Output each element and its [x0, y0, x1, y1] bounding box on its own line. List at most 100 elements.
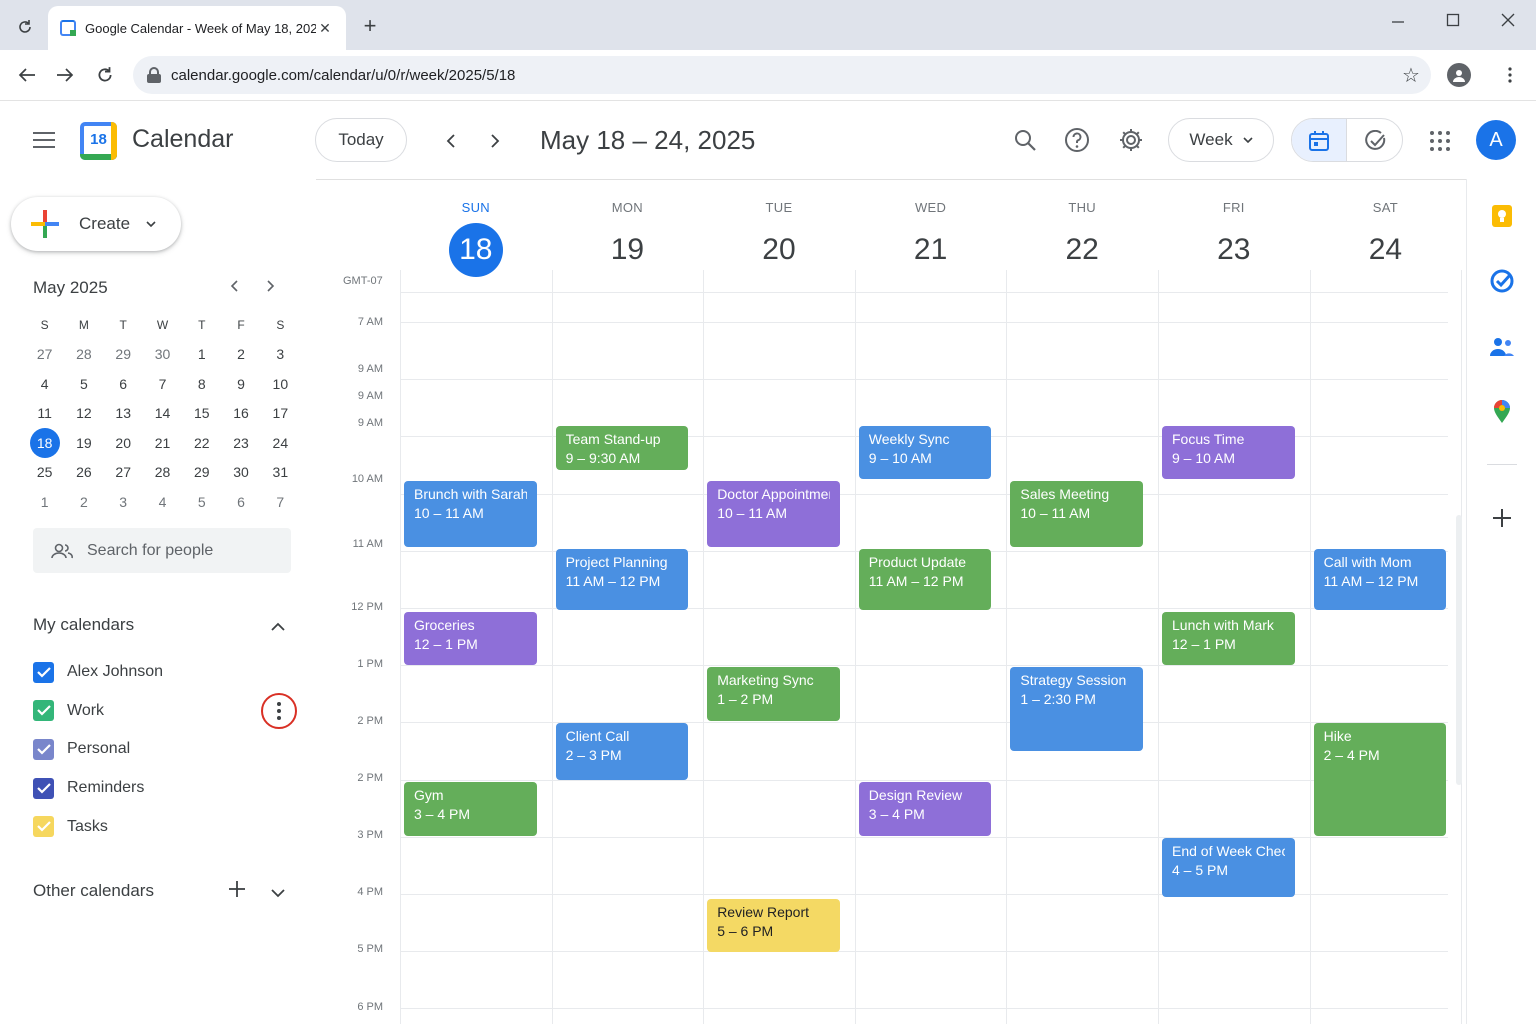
- mini-calendar-day[interactable]: 25: [25, 464, 64, 480]
- calendar-checkbox[interactable]: [33, 777, 54, 799]
- mini-calendar-day[interactable]: 2: [221, 346, 260, 362]
- contacts-icon[interactable]: [1489, 334, 1515, 360]
- calendar-event[interactable]: Call with Mom 11 AM – 12 PM: [1313, 549, 1447, 610]
- tasks-icon[interactable]: [1489, 268, 1515, 294]
- day-number[interactable]: 20: [752, 223, 806, 277]
- day-header-sat[interactable]: SAT 24: [1310, 200, 1462, 277]
- day-header-fri[interactable]: FRI 23: [1158, 200, 1310, 277]
- mini-calendar-day[interactable]: 24: [261, 435, 300, 451]
- lock-icon[interactable]: [147, 67, 161, 83]
- next-week-button[interactable]: [478, 124, 512, 158]
- day-number[interactable]: 24: [1358, 223, 1412, 277]
- mini-calendar-day[interactable]: 15: [182, 405, 221, 421]
- browser-tab[interactable]: Google Calendar - Week of May 18, 2025 ✕: [48, 6, 346, 50]
- calendar-checkbox[interactable]: [33, 738, 54, 760]
- profile-icon[interactable]: [1447, 63, 1471, 87]
- bookmark-star-icon[interactable]: ☆: [1391, 63, 1431, 88]
- mini-calendar-day[interactable]: 3: [261, 346, 300, 362]
- calendar-event[interactable]: Hike 2 – 4 PM: [1313, 723, 1447, 836]
- mini-calendar-day[interactable]: 5: [182, 494, 221, 510]
- calendar-item-personal[interactable]: Personal: [33, 737, 130, 761]
- calendar-event[interactable]: Weekly Sync 9 – 10 AM: [858, 426, 992, 479]
- mini-calendar-day[interactable]: 26: [64, 464, 103, 480]
- day-number[interactable]: 22: [1055, 223, 1109, 277]
- mini-calendar-day[interactable]: 1: [182, 346, 221, 362]
- mini-calendar-day[interactable]: 10: [261, 376, 300, 392]
- help-icon[interactable]: [1058, 121, 1096, 159]
- close-tab-icon[interactable]: ✕: [316, 20, 334, 37]
- day-header-mon[interactable]: MON 19: [552, 200, 704, 277]
- calendar-event[interactable]: Sales Meeting 10 – 11 AM: [1010, 481, 1143, 547]
- mini-calendar-next-icon[interactable]: [265, 277, 275, 298]
- settings-gear-icon[interactable]: [1112, 121, 1150, 159]
- add-other-calendar-icon[interactable]: [228, 880, 246, 903]
- collapse-my-calendars-icon[interactable]: [270, 619, 286, 637]
- day-header-sun[interactable]: SUN 18: [400, 200, 552, 277]
- my-calendars-title[interactable]: My calendars: [33, 615, 134, 635]
- mini-calendar-day[interactable]: 7: [143, 376, 182, 392]
- mini-calendar-day[interactable]: 3: [104, 494, 143, 510]
- calendar-view-toggle[interactable]: [1292, 119, 1348, 161]
- maps-icon[interactable]: [1489, 399, 1515, 425]
- mini-calendar-day[interactable]: 4: [143, 494, 182, 510]
- new-tab-icon[interactable]: +: [356, 12, 384, 40]
- day-number[interactable]: 19: [600, 223, 654, 277]
- calendar-item-alex-johnson[interactable]: Alex Johnson: [33, 660, 163, 684]
- today-button[interactable]: Today: [315, 118, 407, 162]
- day-number[interactable]: 18: [448, 223, 503, 277]
- account-avatar[interactable]: A: [1476, 120, 1516, 160]
- forward-icon[interactable]: [50, 60, 80, 90]
- calendar-checkbox[interactable]: [33, 700, 54, 722]
- calendar-event[interactable]: Team Stand-up 9 – 9:30 AM: [555, 426, 689, 470]
- calendar-logo[interactable]: 18: [80, 122, 117, 160]
- grid-scrollbar[interactable]: [1456, 515, 1462, 785]
- mini-calendar-day[interactable]: 18: [25, 427, 64, 458]
- view-selector-button[interactable]: Week: [1168, 118, 1274, 162]
- calendar-checkbox[interactable]: [33, 816, 54, 838]
- mini-calendar-day[interactable]: 27: [25, 346, 64, 362]
- keep-icon[interactable]: [1489, 203, 1515, 229]
- add-icon[interactable]: [1489, 505, 1515, 531]
- expand-other-calendars-icon[interactable]: [270, 885, 286, 903]
- mini-calendar-day[interactable]: 4: [25, 376, 64, 392]
- calendar-event[interactable]: Design Review 3 – 4 PM: [858, 782, 992, 836]
- reload-icon[interactable]: [90, 60, 120, 90]
- mini-calendar-prev-icon[interactable]: [230, 277, 240, 298]
- mini-calendar-day[interactable]: 9: [221, 376, 260, 392]
- search-icon[interactable]: [1006, 121, 1044, 159]
- calendar-event[interactable]: Doctor Appointment 10 – 11 AM: [707, 481, 840, 547]
- minimize-icon[interactable]: [1384, 8, 1412, 36]
- url-text[interactable]: calendar.google.com/calendar/u/0/r/week/…: [171, 67, 1391, 84]
- calendar-event[interactable]: Client Call 2 – 3 PM: [555, 723, 689, 780]
- close-window-icon[interactable]: [1494, 6, 1522, 34]
- calendar-event[interactable]: Review Report 5 – 6 PM: [707, 899, 840, 952]
- calendar-item-tasks[interactable]: Tasks: [33, 815, 108, 839]
- browser-menu-icon[interactable]: [1496, 60, 1524, 90]
- day-header-tue[interactable]: TUE 20: [703, 200, 855, 277]
- mini-calendar-day[interactable]: 12: [64, 405, 103, 421]
- mini-calendar-day[interactable]: 7: [261, 494, 300, 510]
- calendar-event[interactable]: Marketing Sync 1 – 2 PM: [707, 667, 840, 721]
- mini-calendar-day[interactable]: 6: [221, 494, 260, 510]
- day-number[interactable]: 23: [1207, 223, 1261, 277]
- mini-calendar-day[interactable]: 19: [64, 435, 103, 451]
- calendar-item-reminders[interactable]: Reminders: [33, 776, 144, 800]
- mini-calendar-day[interactable]: 29: [182, 464, 221, 480]
- address-bar[interactable]: calendar.google.com/calendar/u/0/r/week/…: [133, 56, 1431, 94]
- mini-calendar-day[interactable]: 28: [143, 464, 182, 480]
- maximize-icon[interactable]: [1439, 6, 1467, 34]
- calendar-event[interactable]: Groceries 12 – 1 PM: [404, 612, 537, 665]
- tasks-view-toggle[interactable]: [1347, 119, 1402, 161]
- mini-calendar-day[interactable]: 14: [143, 405, 182, 421]
- day-header-thu[interactable]: THU 22: [1006, 200, 1158, 277]
- calendar-options-button[interactable]: [261, 693, 297, 729]
- calendar-event[interactable]: End of Week Check-in 4 – 5 PM: [1162, 838, 1295, 897]
- calendar-event[interactable]: Brunch with Sarah 10 – 11 AM: [404, 481, 537, 547]
- mini-calendar-day[interactable]: 11: [25, 405, 64, 421]
- search-people-input[interactable]: Search for people: [33, 528, 291, 573]
- mini-calendar-day[interactable]: 20: [104, 435, 143, 451]
- mini-calendar-day[interactable]: 22: [182, 435, 221, 451]
- calendar-event[interactable]: Strategy Session 1 – 2:30 PM: [1010, 667, 1143, 751]
- day-header-wed[interactable]: WED 21: [855, 200, 1007, 277]
- main-menu-icon[interactable]: [33, 132, 55, 148]
